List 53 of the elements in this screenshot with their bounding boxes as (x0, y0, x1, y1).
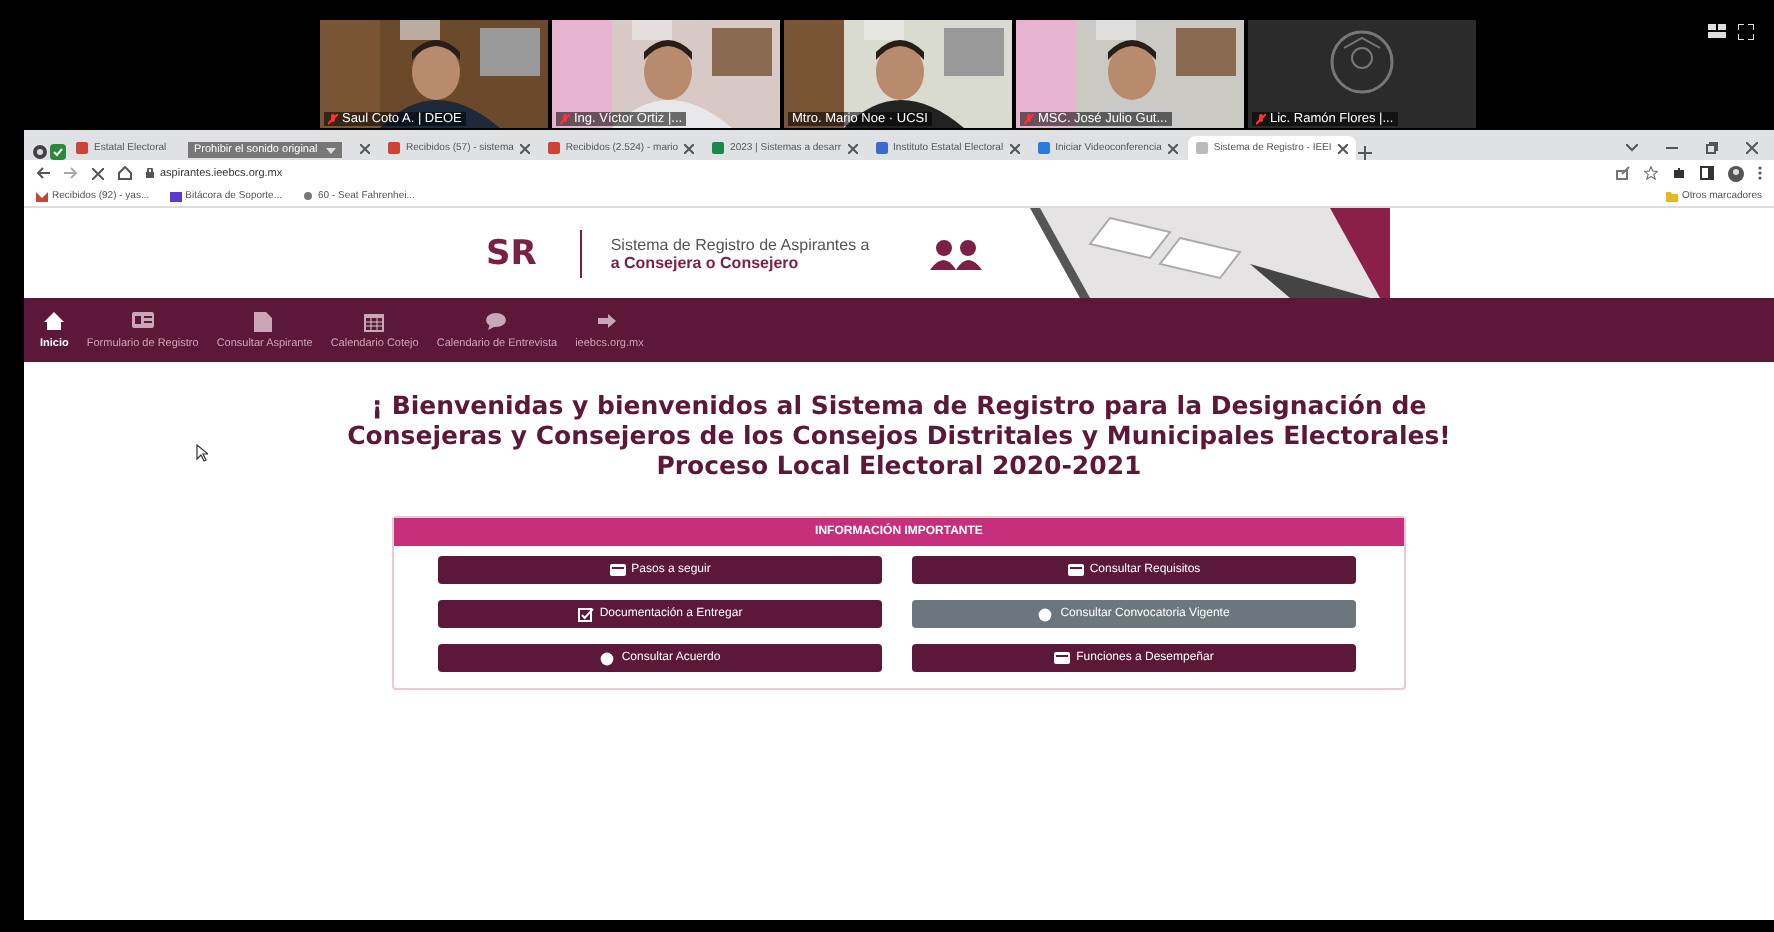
tab-favicon-icon (76, 142, 88, 154)
people-icon (930, 237, 983, 269)
card-icon (609, 563, 626, 577)
close-icon (1167, 143, 1178, 153)
forward-icon (64, 166, 78, 180)
close-icon (1337, 143, 1348, 153)
site-logo: SR (486, 233, 537, 273)
back-icon (36, 166, 50, 180)
site-tagline: a Consejera o Consejero (610, 253, 799, 271)
tab-favicon-icon (547, 142, 560, 154)
share-icon (1616, 166, 1630, 180)
tab-list-icon (1626, 144, 1638, 152)
new-tab-icon (1357, 146, 1372, 160)
close-icon (847, 143, 858, 153)
site-tagline: Sistema de Registro de Aspirantes a (610, 235, 872, 253)
close-icon (519, 143, 530, 153)
tab-favicon-icon (1037, 142, 1050, 154)
home-icon (118, 166, 132, 180)
fullscreen-icon (1738, 24, 1754, 40)
exit-icon (598, 312, 621, 332)
restore-icon (1706, 142, 1718, 154)
circle-icon (1038, 607, 1055, 621)
card-icon (1054, 651, 1071, 665)
close-icon (92, 167, 104, 179)
minimize-icon (1666, 146, 1678, 150)
tab-favicon-icon (388, 142, 400, 154)
checkbox-icon (577, 607, 594, 621)
star-icon (1644, 166, 1658, 180)
close-icon (684, 143, 695, 153)
close-icon (360, 143, 370, 153)
mail-icon (36, 191, 48, 201)
profile-icon (1728, 165, 1744, 181)
page-heading: ¡ Bienvenidas y bienvenidos al Sistema de Registro para la Designación de (369, 390, 1429, 420)
grid-view-icon (1708, 24, 1726, 38)
page-heading: Consejeras y Consejeros de los Consejos Distritales y Municipales Electorales! (347, 420, 1451, 450)
chat-icon (485, 312, 508, 332)
id-card-icon (131, 312, 154, 332)
circle-icon (599, 651, 616, 665)
tab-favicon-icon (712, 142, 725, 154)
cursor-icon (196, 444, 208, 462)
lock-icon (146, 168, 154, 178)
tab-favicon-icon (875, 142, 888, 154)
page-heading: Proceso Local Electoral 2020-2021 (654, 450, 1144, 480)
side-panel-icon (1700, 166, 1714, 180)
document-icon (253, 312, 276, 332)
card-icon (1067, 563, 1084, 577)
close-icon (1009, 143, 1020, 153)
tab-favicon-icon (1195, 142, 1208, 154)
close-icon (1746, 142, 1758, 154)
home-icon (43, 312, 66, 332)
folder-icon (1665, 191, 1678, 201)
avatar-icon (1328, 28, 1396, 96)
caret-icon (325, 147, 336, 153)
